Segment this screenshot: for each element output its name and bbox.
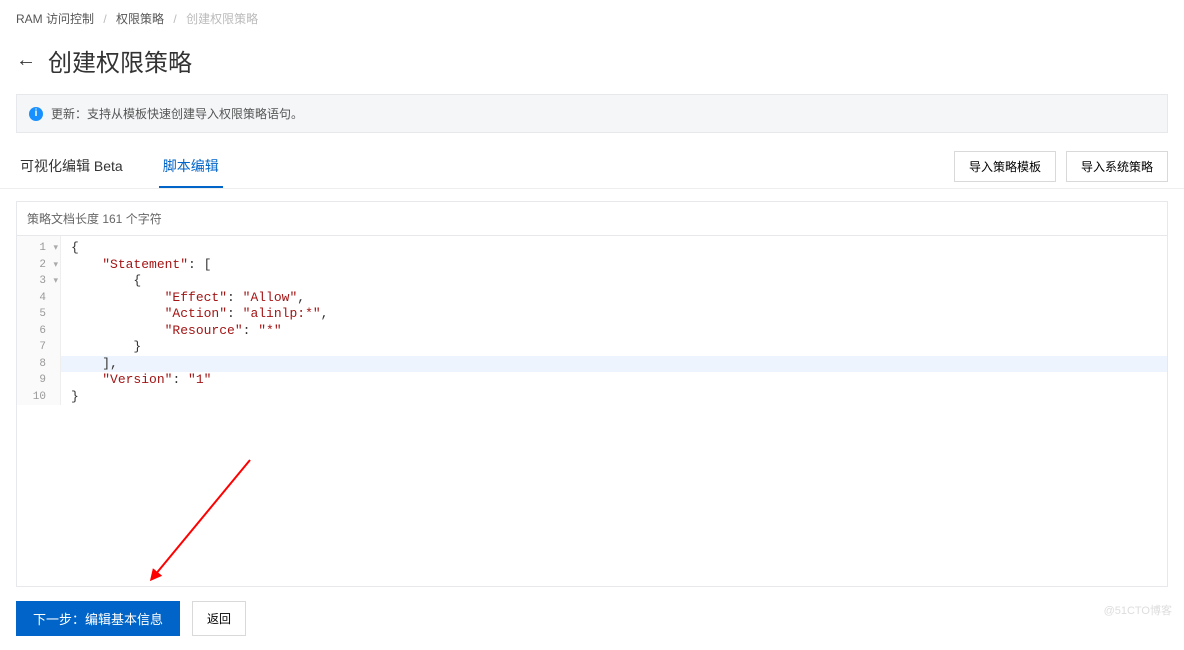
footer-actions: 下一步：编辑基本信息 返回 xyxy=(0,587,1184,650)
breadcrumb-current: 创建权限策略 xyxy=(186,12,258,26)
back-arrow-icon[interactable]: ← xyxy=(16,49,36,72)
code-line[interactable]: "Statement": [ xyxy=(71,257,1167,274)
breadcrumb-item[interactable]: 权限策略 xyxy=(116,12,164,26)
line-gutter: 12345678910 xyxy=(17,236,61,405)
info-text: 更新：支持从模板快速创建导入权限策略语句。 xyxy=(51,105,303,122)
page-title: 创建权限策略 xyxy=(48,43,192,78)
tabs: 可视化编辑 Beta 脚本编辑 xyxy=(16,146,255,188)
char-count-label: 策略文档长度 161 个字符 xyxy=(17,202,1167,236)
breadcrumb-separator: / xyxy=(173,12,176,26)
editor-panel: 策略文档长度 161 个字符 12345678910 { "Statement"… xyxy=(16,201,1168,587)
info-icon: i xyxy=(29,107,43,121)
code-line[interactable]: } xyxy=(71,339,1167,356)
page-header: ← 创建权限策略 xyxy=(0,37,1184,94)
tab-visual-editor[interactable]: 可视化编辑 Beta xyxy=(16,146,127,188)
code-line[interactable]: { xyxy=(71,273,1167,290)
code-body[interactable]: { "Statement": [ { "Effect": "Allow", "A… xyxy=(61,236,1167,405)
code-line[interactable]: "Resource": "*" xyxy=(71,323,1167,340)
watermark: @51CTO博客 xyxy=(1104,602,1172,618)
breadcrumb-separator: / xyxy=(103,12,106,26)
code-line[interactable]: "Action": "alinlp:*", xyxy=(71,306,1167,323)
code-line[interactable]: } xyxy=(71,389,1167,406)
back-button[interactable]: 返回 xyxy=(192,601,246,636)
tabs-row: 可视化编辑 Beta 脚本编辑 导入策略模板 导入系统策略 xyxy=(0,145,1184,189)
code-line-active[interactable]: ], xyxy=(61,356,1167,373)
breadcrumb: RAM 访问控制 / 权限策略 / 创建权限策略 xyxy=(0,0,1184,37)
code-line[interactable]: "Effect": "Allow", xyxy=(71,290,1167,307)
info-banner: i 更新：支持从模板快速创建导入权限策略语句。 xyxy=(16,94,1168,133)
import-system-button[interactable]: 导入系统策略 xyxy=(1066,151,1168,182)
code-line[interactable]: { xyxy=(71,240,1167,257)
tab-actions: 导入策略模板 导入系统策略 xyxy=(954,145,1168,188)
code-editor[interactable]: 12345678910 { "Statement": [ { "Effect":… xyxy=(17,236,1167,586)
code-line[interactable]: "Version": "1" xyxy=(71,372,1167,389)
next-step-button[interactable]: 下一步：编辑基本信息 xyxy=(16,601,180,636)
tab-script-editor[interactable]: 脚本编辑 xyxy=(159,146,223,188)
breadcrumb-item[interactable]: RAM 访问控制 xyxy=(16,12,94,26)
import-template-button[interactable]: 导入策略模板 xyxy=(954,151,1056,182)
